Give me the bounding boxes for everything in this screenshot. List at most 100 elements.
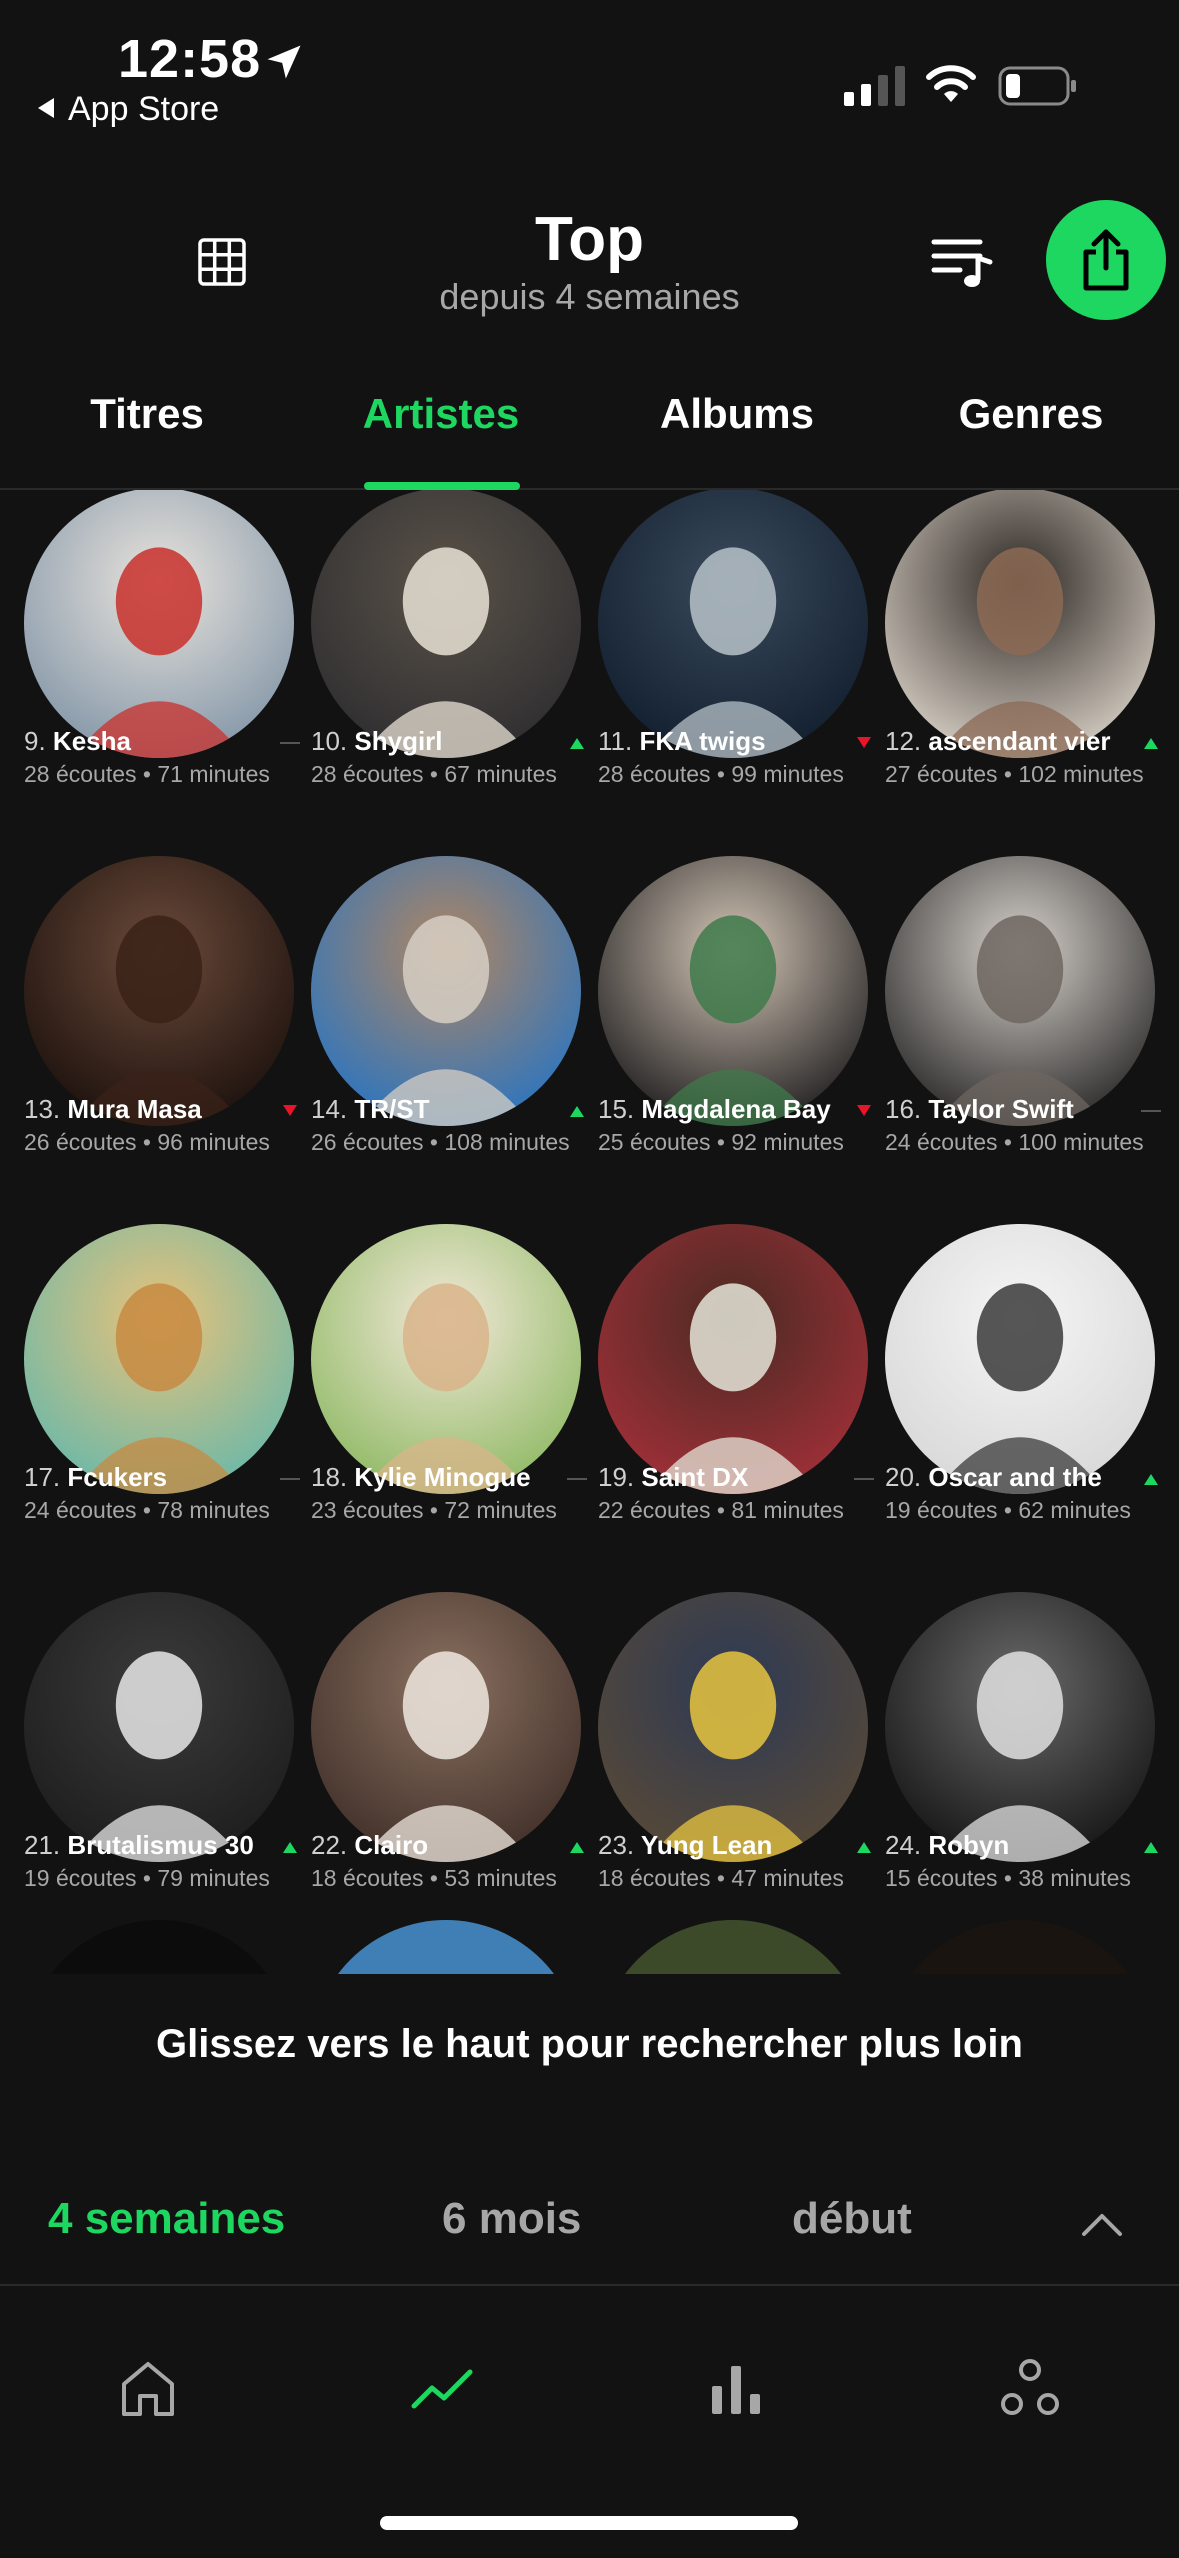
- connections-icon[interactable]: [998, 2356, 1062, 2420]
- artist-name: 16. Taylor Swift: [885, 1094, 1135, 1125]
- artist-name: 11. FKA twigs: [598, 726, 848, 757]
- artist-card[interactable]: 24. Robyn 15 écoutes • 38 minutes: [885, 1592, 1172, 1932]
- artist-name: 18. Kylie Minogue: [311, 1462, 561, 1493]
- artist-name-text: Clairo: [354, 1830, 429, 1860]
- artist-card[interactable]: 20. Oscar and the 19 écoutes • 62 minutes: [885, 1224, 1172, 1564]
- artist-card[interactable]: 18. Kylie Minogue 23 écoutes • 72 minutes: [311, 1224, 598, 1564]
- cellular-signal-icon: [844, 66, 905, 106]
- artist-photo: [598, 490, 868, 758]
- artist-name-text: Oscar and the: [928, 1462, 1102, 1492]
- artist-card[interactable]: 21. Brutalismus 30 19 écoutes • 79 minute…: [24, 1592, 311, 1932]
- battery-icon: [998, 66, 1076, 106]
- artist-card[interactable]: 16. Taylor Swift 24 écoutes • 100 minutes: [885, 856, 1172, 1196]
- artist-photo: [885, 490, 1155, 758]
- artist-photo: [598, 1224, 868, 1494]
- trending-icon[interactable]: [410, 2356, 474, 2420]
- time-range-selector: 4 semaines 6 mois début: [0, 2194, 1179, 2284]
- artist-photo: [311, 856, 581, 1126]
- artist-name-text: FKA twigs: [639, 726, 766, 756]
- trend-same-icon: [280, 742, 300, 744]
- artist-card[interactable]: 12. ascendant vier 27 écoutes • 102 minut…: [885, 490, 1172, 828]
- artist-stats: 25 écoutes • 92 minutes: [598, 1129, 844, 1155]
- artist-stats: 18 écoutes • 47 minutes: [598, 1865, 844, 1891]
- artist-card[interactable]: 22. Clairo 18 écoutes • 53 minutes: [311, 1592, 598, 1932]
- artist-card[interactable]: 15. Magdalena Bay 25 écoutes • 92 minutes: [598, 856, 885, 1196]
- trend-same-icon: [280, 1478, 300, 1480]
- range-6-months[interactable]: 6 mois: [442, 2194, 581, 2244]
- artist-name: 14. TR/ST: [311, 1094, 561, 1125]
- active-tab-indicator: [364, 482, 520, 490]
- tab-genres[interactable]: Genres: [884, 390, 1178, 438]
- artist-stats: 19 écoutes • 79 minutes: [24, 1865, 270, 1891]
- artist-name-text: Kylie Minogue: [354, 1462, 531, 1492]
- share-button[interactable]: [1046, 200, 1166, 320]
- artist-stats: 26 écoutes • 96 minutes: [24, 1129, 270, 1155]
- trend-up-icon: [283, 1842, 297, 1853]
- artist-photo: [885, 1224, 1155, 1494]
- trend-up-icon: [857, 1842, 871, 1853]
- back-to-app-store-link[interactable]: App Store: [38, 90, 219, 129]
- swipe-up-hint: Glissez vers le haut pour rechercher plu…: [156, 2022, 1023, 2066]
- wifi-icon: [926, 65, 976, 102]
- artist-stats: 28 écoutes • 71 minutes: [24, 761, 270, 787]
- range-all-time[interactable]: début: [792, 2194, 912, 2244]
- artist-name-text: Kesha: [52, 726, 131, 756]
- artist-stats: 28 écoutes • 99 minutes: [598, 761, 844, 787]
- artist-rank: 21.: [24, 1830, 61, 1860]
- artist-name: 15. Magdalena Bay: [598, 1094, 848, 1125]
- artist-name: 10. Shygirl: [311, 726, 561, 757]
- artist-card[interactable]: 17. Fcukers 24 écoutes • 78 minutes: [24, 1224, 311, 1564]
- artist-stats: 24 écoutes • 78 minutes: [24, 1497, 270, 1523]
- artist-stats: 15 écoutes • 38 minutes: [885, 1865, 1131, 1891]
- artist-rank: 17.: [24, 1462, 61, 1492]
- artist-card[interactable]: 19. Saint DX 22 écoutes • 81 minutes: [598, 1224, 885, 1564]
- artist-rank: 9.: [24, 726, 46, 756]
- chevron-up-icon[interactable]: [1080, 2210, 1124, 2240]
- trend-up-icon: [570, 1842, 584, 1853]
- artist-name-text: Robyn: [928, 1830, 1010, 1860]
- artist-photo: [24, 1592, 294, 1862]
- tab-albums[interactable]: Albums: [590, 390, 884, 438]
- artist-photo: [311, 490, 581, 758]
- home-icon[interactable]: [116, 2356, 180, 2420]
- artist-card[interactable]: 11. FKA twigs 28 écoutes • 99 minutes: [598, 490, 885, 828]
- artist-name: 19. Saint DX: [598, 1462, 848, 1493]
- artist-name-text: Mura Masa: [67, 1094, 202, 1124]
- tab-titres[interactable]: Titres: [0, 390, 294, 438]
- location-arrow-icon: [267, 45, 301, 79]
- artist-rank: 13.: [24, 1094, 61, 1124]
- artist-name: 13. Mura Masa: [24, 1094, 274, 1125]
- artist-rank: 24.: [885, 1830, 922, 1860]
- playlist-icon[interactable]: [930, 234, 994, 290]
- artist-photo: [311, 1592, 581, 1862]
- artist-name: 9. Kesha: [24, 726, 274, 757]
- artist-stats: 26 écoutes • 108 minutes: [311, 1129, 570, 1155]
- artist-rank: 18.: [311, 1462, 348, 1492]
- home-indicator[interactable]: [380, 2516, 798, 2530]
- trend-up-icon: [570, 738, 584, 749]
- artist-stats: 22 écoutes • 81 minutes: [598, 1497, 844, 1523]
- artist-rank: 15.: [598, 1094, 635, 1124]
- artist-card[interactable]: 9. Kesha 28 écoutes • 71 minutes: [24, 490, 311, 828]
- charts-icon[interactable]: [704, 2356, 768, 2420]
- artist-card[interactable]: 23. Yung Lean 18 écoutes • 47 minutes: [598, 1592, 885, 1932]
- artist-card[interactable]: 13. Mura Masa 26 écoutes • 96 minutes: [24, 856, 311, 1196]
- artist-card[interactable]: 10. Shygirl 28 écoutes • 67 minutes: [311, 490, 598, 828]
- artist-name: 20. Oscar and the: [885, 1462, 1135, 1493]
- trend-down-icon: [283, 1105, 297, 1116]
- artist-stats: 23 écoutes • 72 minutes: [311, 1497, 557, 1523]
- artist-rank: 10.: [311, 726, 348, 756]
- artist-name: 12. ascendant vier: [885, 726, 1135, 757]
- artist-photo: [598, 1592, 868, 1862]
- range-4-weeks[interactable]: 4 semaines: [48, 2194, 285, 2244]
- artist-stats: 24 écoutes • 100 minutes: [885, 1129, 1144, 1155]
- tab-artistes[interactable]: Artistes: [294, 390, 588, 438]
- back-triangle-icon: [38, 98, 54, 119]
- artist-card[interactable]: 14. TR/ST 26 écoutes • 108 minutes: [311, 856, 598, 1196]
- artist-rank: 11.: [598, 726, 633, 756]
- trend-same-icon: [854, 1478, 874, 1480]
- artist-photo: [598, 856, 868, 1126]
- artist-rank: 20.: [885, 1462, 922, 1492]
- category-tabs: Titres Artistes Albums Genres: [0, 380, 1179, 490]
- artist-stats: 28 écoutes • 67 minutes: [311, 761, 557, 787]
